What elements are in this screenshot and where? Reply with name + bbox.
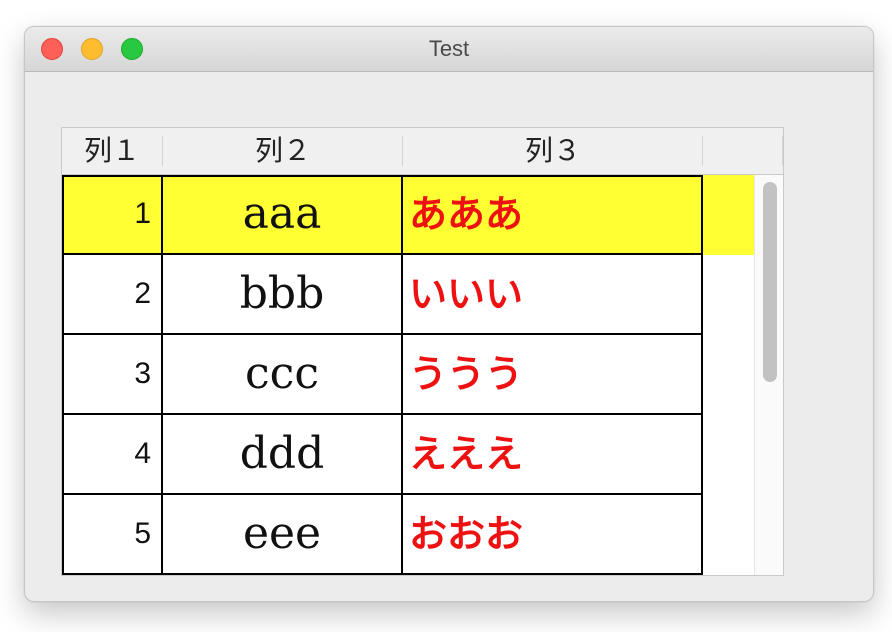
table-body: 1 aaa あああ 2 bbb いいい 3 ccc ううう 4 ddd えええ bbox=[62, 175, 783, 575]
zoom-icon[interactable] bbox=[121, 38, 143, 60]
title-bar[interactable]: Test bbox=[25, 27, 873, 72]
cell-col3[interactable]: えええ bbox=[403, 415, 703, 495]
minimize-icon[interactable] bbox=[81, 38, 103, 60]
cell-col2[interactable]: bbb bbox=[163, 255, 403, 335]
cell-col1[interactable]: 3 bbox=[62, 335, 163, 415]
cell-col3[interactable]: ううう bbox=[403, 335, 703, 415]
table-row[interactable]: 4 ddd えええ bbox=[62, 415, 754, 495]
cell-col3[interactable]: おおお bbox=[403, 495, 703, 575]
cell-col3[interactable]: あああ bbox=[403, 175, 703, 255]
table-header: 列１ 列２ 列３ bbox=[62, 128, 783, 175]
column-header-3[interactable]: 列３ bbox=[403, 128, 703, 174]
cell-col2[interactable]: ddd bbox=[163, 415, 403, 495]
cell-col1[interactable]: 5 bbox=[62, 495, 163, 575]
cell-col2[interactable]: ccc bbox=[163, 335, 403, 415]
table-row[interactable]: 5 eee おおお bbox=[62, 495, 754, 575]
cell-col1[interactable]: 4 bbox=[62, 415, 163, 495]
column-header-empty bbox=[703, 128, 783, 174]
table-row[interactable]: 1 aaa あああ bbox=[62, 175, 754, 255]
app-window: Test 列１ 列２ 列３ 1 aaa あああ 2 bbb いいい 3 ccc … bbox=[24, 26, 874, 602]
cell-col2[interactable]: eee bbox=[163, 495, 403, 575]
cell-col1[interactable]: 1 bbox=[62, 175, 163, 255]
scrollbar-thumb[interactable] bbox=[763, 182, 777, 382]
cell-col1[interactable]: 2 bbox=[62, 255, 163, 335]
close-icon[interactable] bbox=[41, 38, 63, 60]
column-header-1[interactable]: 列１ bbox=[62, 128, 162, 174]
window-title: Test bbox=[428, 36, 470, 61]
table-row[interactable]: 3 ccc ううう bbox=[62, 335, 754, 415]
vertical-scrollbar[interactable] bbox=[754, 175, 783, 575]
data-table: 列１ 列２ 列３ 1 aaa あああ 2 bbb いいい 3 ccc ううう 4… bbox=[61, 127, 784, 576]
selection-highlight bbox=[703, 175, 754, 255]
cell-col2[interactable]: aaa bbox=[163, 175, 403, 255]
column-separator bbox=[782, 136, 783, 166]
table-row[interactable]: 2 bbb いいい bbox=[62, 255, 754, 335]
cell-col3[interactable]: いいい bbox=[403, 255, 703, 335]
column-header-2[interactable]: 列２ bbox=[163, 128, 403, 174]
